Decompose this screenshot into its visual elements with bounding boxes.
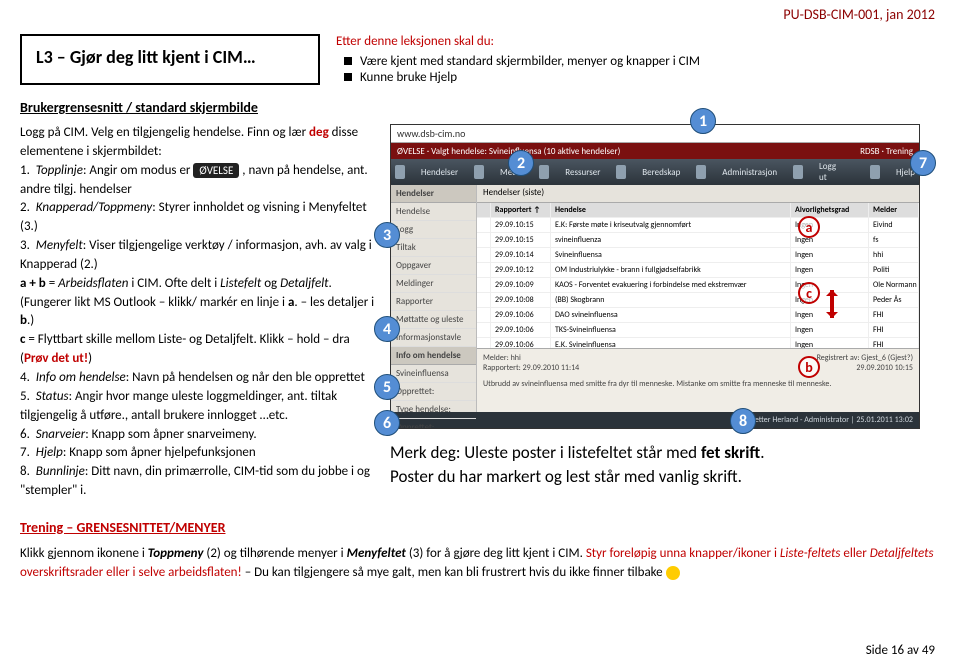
callout-a: a [798,216,820,238]
red-arrow-c [830,290,834,318]
info-row: Opprettet: [391,419,476,429]
info-head: Info om hendelse [391,347,476,365]
side-head: Hendelser [391,185,476,203]
lesson-title: L3 – Gjør deg litt kjent i CIM… [36,46,304,68]
table-row[interactable]: 29.09.10:06DAO svineinfluensaIngenFHI [477,308,919,323]
menu-item[interactable]: Logg ut [819,161,838,183]
detail-registered: Registrert av: Gjest_6 (Gjest?) 29.09.20… [817,353,913,373]
callout-1: 1 [690,108,716,134]
table-row[interactable]: 29.09.10:06E.K. SvineinfluensaIngenFHI [477,338,919,348]
side-item[interactable]: Logg [391,221,476,239]
menu-icon[interactable] [539,165,549,179]
table-row[interactable]: 29.09.10:09KAOS - Forventet evakuering i… [477,278,919,293]
side-item[interactable]: Tiltak [391,239,476,257]
side-item[interactable]: Oppgaver [391,257,476,275]
left-text: Logg på CIM. Velg en tilgjengelig hendel… [20,124,380,501]
main-columns: Logg på CIM. Velg en tilgjengelig hendel… [20,124,939,501]
training-body: Klikk gjennom ikonene i Toppmeny (2) og … [20,544,939,583]
top-menu[interactable]: Hendelser Media Ressurser Beredskap Admi… [391,159,919,185]
lesson-title-box: L3 – Gjør deg litt kjent i CIM… [20,34,320,85]
work-area: Hendelser (siste) Rapportert ↑ Hendelse … [477,185,919,412]
info-row: Svineinfluensa [391,365,476,383]
list-table: Rapportert ↑ Hendelse Alvorlighetsgrad M… [477,203,919,348]
menu-item[interactable]: Ressurser [565,167,600,178]
side-item[interactable]: Hendelse [391,203,476,221]
callout-b: b [798,356,820,378]
menu-item[interactable]: Beredskap [642,167,680,178]
left-body: Logg på CIM. Velg en tilgjengelig hendel… [20,124,380,501]
menu-item[interactable]: Hendelser [421,167,458,178]
detail-rapportert: Rapportert: 29.09.2010 11:14 [483,363,579,373]
training-heading: Trening – GRENSESNITTET/MENYER [20,519,939,536]
lesson-goal-item: Kunne bruke Hjelp [336,69,939,85]
page-number: Side 16 av 49 [866,643,935,658]
list-tabs[interactable]: Hendelser (siste) [477,185,919,203]
callout-3: 3 [374,222,400,248]
callout-4: 4 [374,316,400,342]
right-pane: 1 2 3 4 5 6 7 8 a b c www.dsb-cim.no ØVE… [390,124,939,501]
side-menu: Hendelser Hendelse Logg Tiltak Oppgaver … [391,185,477,412]
lesson-goals-head: Etter denne leksjonen skal du: [336,34,939,49]
side-item[interactable]: Rapporter [391,293,476,311]
table-header[interactable]: Rapportert ↑ Hendelse Alvorlighetsgrad M… [477,203,919,218]
table-row[interactable]: 29.09.10:08(BB) SkogbrannIngenPeder Ås [477,293,919,308]
top-row: L3 – Gjør deg litt kjent i CIM… Etter de… [20,34,939,85]
help-icon[interactable] [870,165,880,179]
callout-6: 6 [374,410,400,436]
lesson-goals: Etter denne leksjonen skal du: Være kjen… [336,34,939,85]
ss-body: Hendelser Hendelse Logg Tiltak Oppgaver … [391,185,919,412]
url-bar: www.dsb-cim.no [391,125,919,143]
menu-icon[interactable] [696,165,706,179]
callout-5: 5 [374,374,400,400]
side-item[interactable]: Møttatte og uleste [391,311,476,329]
table-row[interactable]: 29.09.10:14SvineinfluensaIngenhhi [477,248,919,263]
callout-8: 8 [730,408,756,434]
top-bar: ØVELSE · Valgt hendelse: Svineinfluensa … [391,143,919,159]
menu-icon[interactable] [616,165,626,179]
table-row[interactable]: 29.09.10:15E.K: Første møte i kriseutval… [477,218,919,233]
info-row: Opprettet: [391,383,476,401]
menu-icon[interactable] [474,165,484,179]
detail-melder: Melder: hhi [483,353,579,363]
callout-c: c [798,282,820,304]
detail-body: Utbrudd av svineinfluensa med smitte fra… [483,379,913,389]
org-label: RDSB · Trening [860,146,913,157]
document-id: PU-DSB-CIM-001, jan 2012 [783,6,935,23]
table-row[interactable]: 29.09.10:15svineinfluenzaIngenfs [477,233,919,248]
section-heading: Brukergrensesnitt / standard skjermbilde [20,99,939,116]
note-text: Merk deg: Uleste poster i listefeltet st… [390,441,939,489]
menu-icon[interactable] [793,165,803,179]
lesson-goal-item: Være kjent med standard skjermbilder, me… [336,53,939,69]
side-item[interactable]: Meldinger [391,275,476,293]
table-row[interactable]: 29.09.10:12OM Industriulykke - brann i f… [477,263,919,278]
side-item[interactable]: Informasjonstavle [391,329,476,347]
info-row: Type hendelse: [391,401,476,419]
menu-item[interactable]: Administrasjon [722,167,777,178]
callout-7: 7 [910,150,936,176]
detail-pane: Melder: hhi Rapportert: 29.09.2010 11:14… [477,348,919,412]
cim-screenshot: www.dsb-cim.no ØVELSE · Valgt hendelse: … [390,124,920,429]
menu-icon[interactable] [395,165,405,179]
table-row[interactable]: 29.09.10:06TKS-SvineinfluensaIngenFHI [477,323,919,338]
callout-2: 2 [508,150,534,176]
mode-event-label: ØVELSE · Valgt hendelse: Svineinfluensa … [397,146,620,157]
